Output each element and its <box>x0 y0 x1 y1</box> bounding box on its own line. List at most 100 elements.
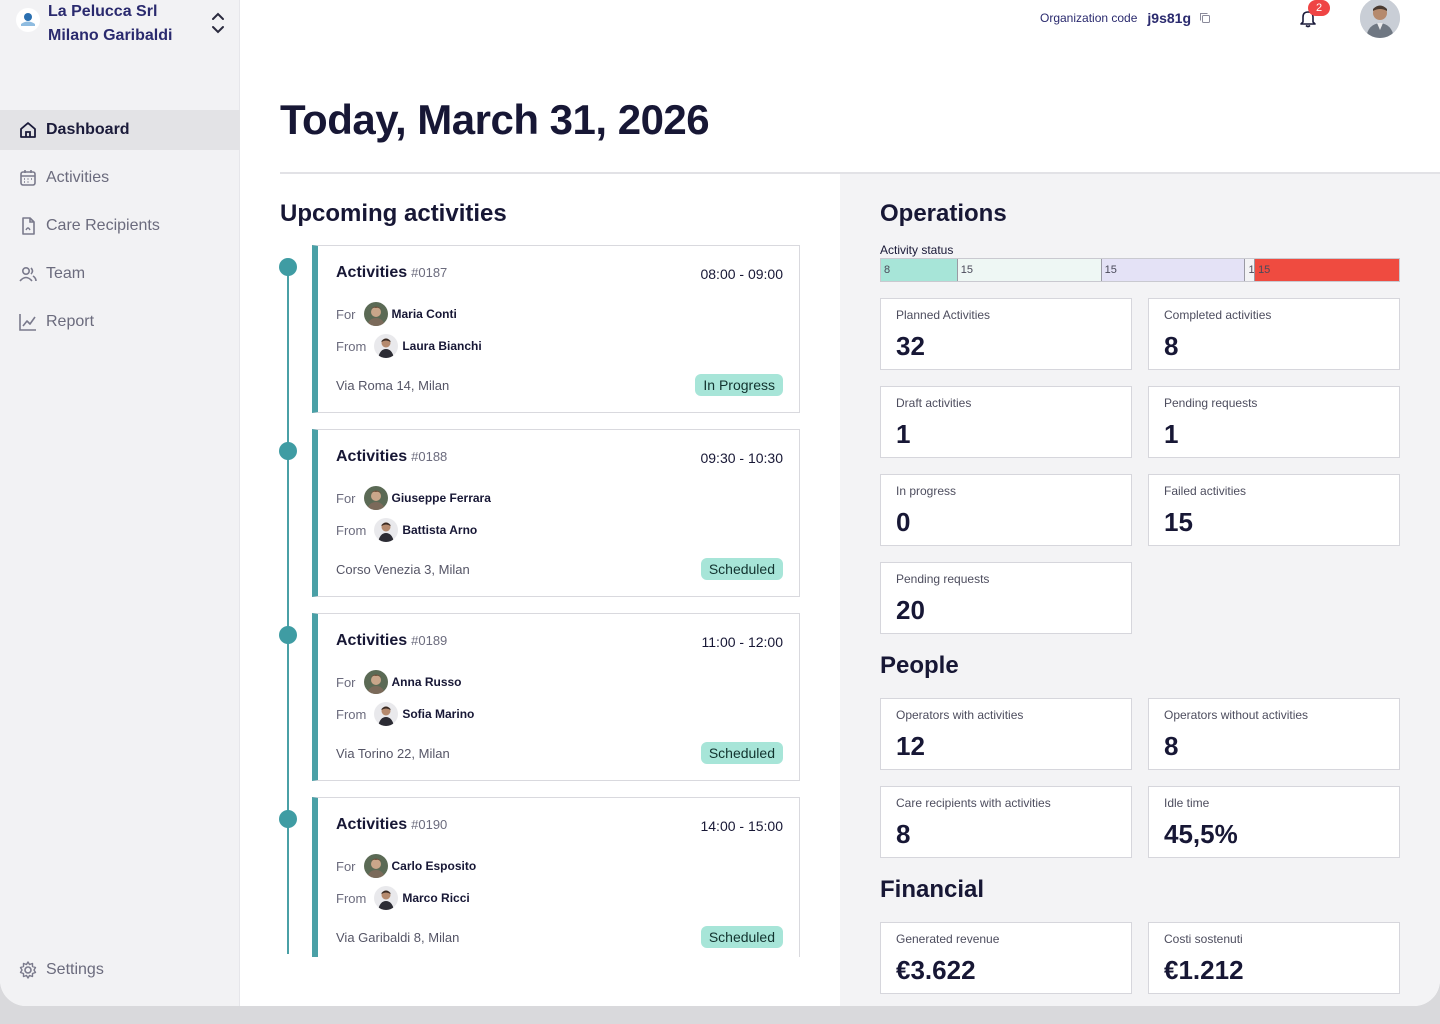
user-avatar[interactable] <box>1360 0 1400 38</box>
activity-number: #0187 <box>411 265 448 280</box>
organization-switcher[interactable]: La Pelucca Srl Milano Garibaldi <box>16 0 228 50</box>
status-badge: Scheduled <box>700 926 783 948</box>
for-label: For <box>336 674 356 690</box>
care-recipient-name[interactable]: Maria Conti <box>392 307 457 321</box>
users-icon <box>19 266 37 282</box>
status-segment[interactable]: 15 <box>1101 259 1246 281</box>
sidebar: La Pelucca Srl Milano Garibaldi Dashboar… <box>0 0 240 1006</box>
activity-for-row: For Giuseppe Ferrara <box>336 486 491 510</box>
sidebar-item-care-recipients[interactable]: Care Recipients <box>0 206 240 246</box>
stat-card[interactable]: Operators with activities 12 <box>880 698 1132 770</box>
app-window: La Pelucca Srl Milano Garibaldi Dashboar… <box>0 0 1440 1006</box>
stat-card[interactable]: Generated revenue €3.622 <box>880 922 1132 994</box>
operator-name[interactable]: Laura Bianchi <box>402 339 481 353</box>
sidebar-item-team[interactable]: Team <box>0 254 240 294</box>
care-recipient-name[interactable]: Carlo Esposito <box>392 859 477 873</box>
activity-time: 14:00 - 15:00 <box>700 818 783 834</box>
organization-code-label: Organization code <box>1040 11 1138 25</box>
stat-label: Operators with activities <box>896 708 1024 722</box>
stat-card[interactable]: Planned Activities 32 <box>880 298 1132 370</box>
activity-title: Activities #0189 <box>336 632 448 649</box>
stat-value: €1.212 <box>1164 955 1244 985</box>
activity-time: 11:00 - 12:00 <box>701 634 783 650</box>
sidebar-item-dashboard[interactable]: Dashboard <box>0 110 240 150</box>
stat-card[interactable]: In progress 0 <box>880 474 1132 546</box>
stat-card[interactable]: Completed activities 8 <box>1148 298 1400 370</box>
care-recipient-name[interactable]: Anna Russo <box>392 675 462 689</box>
activity-number: #0189 <box>411 633 448 648</box>
from-label: From <box>336 522 367 538</box>
document-icon <box>22 217 35 235</box>
stat-card[interactable]: Pending requests 20 <box>880 562 1132 634</box>
operator-name[interactable]: Battista Arno <box>402 523 477 537</box>
status-badge: In Progress <box>695 374 783 396</box>
activity-title: Activities #0188 <box>336 448 448 465</box>
activity-number: #0188 <box>411 449 448 464</box>
sidebar-nav: Dashboard Activities Care Recipients Tea… <box>0 110 240 350</box>
notification-badge: 2 <box>1308 0 1330 16</box>
stat-label: Draft activities <box>896 396 972 410</box>
sidebar-item-report[interactable]: Report <box>0 302 240 342</box>
operator-avatar <box>374 518 399 542</box>
status-segment[interactable]: 1 <box>1245 259 1256 281</box>
stat-card[interactable]: Operators without activities 8 <box>1148 698 1400 770</box>
activity-for-row: For Carlo Esposito <box>336 854 476 878</box>
operator-name[interactable]: Sofia Marino <box>402 707 474 721</box>
page-title: Today, March 31, 2026 <box>280 96 710 143</box>
stat-card[interactable]: Costi sostenuti €1.212 <box>1148 922 1400 994</box>
care-recipient-name[interactable]: Giuseppe Ferrara <box>392 491 491 505</box>
stat-card[interactable]: Pending requests 1 <box>1148 386 1400 458</box>
activity-time: 09:30 - 10:30 <box>700 450 783 466</box>
stat-card[interactable]: Draft activities 1 <box>880 386 1132 458</box>
activity-address: Corso Venezia 3, Milan <box>336 562 470 577</box>
stat-label: Pending requests <box>1164 396 1258 410</box>
activity-from-row: From Marco Ricci <box>336 886 470 910</box>
people-title: People <box>880 652 959 679</box>
upcoming-activities-title: Upcoming activities <box>280 200 507 227</box>
operations-title: Operations <box>880 200 1007 227</box>
operator-avatar <box>374 886 399 910</box>
sidebar-item-label: Care Recipients <box>46 217 160 234</box>
activity-card[interactable]: Activities #0189 11:00 - 12:00 For Anna Russ… <box>312 613 800 781</box>
organization-logo <box>16 8 40 32</box>
activity-address: Via Torino 22, Milan <box>336 746 450 761</box>
stat-label: Idle time <box>1164 796 1210 810</box>
activity-from-row: From Laura Bianchi <box>336 334 482 358</box>
timeline-dot <box>279 810 297 828</box>
stat-card[interactable]: Care recipients with activities 8 <box>880 786 1132 858</box>
sidebar-item-label: Activities <box>46 169 110 186</box>
timeline-dot <box>279 442 297 460</box>
status-segment[interactable]: 8 <box>881 259 958 281</box>
sidebar-item-settings[interactable]: Settings <box>0 950 240 990</box>
stat-value: 20 <box>896 595 925 625</box>
home-icon <box>20 122 36 138</box>
stat-label: Completed activities <box>1164 308 1272 322</box>
activity-card[interactable]: Activities #0188 09:30 - 10:30 For Giuseppe … <box>312 429 800 597</box>
care-recipient-avatar <box>363 486 388 510</box>
sidebar-item-label: Team <box>46 265 86 282</box>
stat-value: 8 <box>896 819 911 849</box>
stat-card[interactable]: Failed activities 15 <box>1148 474 1400 546</box>
status-badge: Scheduled <box>700 742 783 764</box>
activity-card[interactable]: Activities #0187 08:00 - 09:00 For Maria Con… <box>312 245 800 413</box>
chevron-up-down-icon[interactable] <box>208 8 228 38</box>
organization-name: La Pelucca Srl <box>48 3 158 20</box>
organization-code-value: j9s81g <box>1147 10 1191 26</box>
activity-card[interactable]: Activities #0190 14:00 - 15:00 For Carlo Esp… <box>312 797 800 957</box>
copy-icon[interactable] <box>1199 12 1211 24</box>
care-recipient-avatar <box>363 302 388 326</box>
stat-value: 8 <box>1164 731 1179 761</box>
care-recipient-avatar <box>363 670 388 694</box>
organization-code: Organization code j9s81g <box>1040 8 1211 28</box>
stat-card[interactable]: Idle time 45,5% <box>1148 786 1400 858</box>
status-segment[interactable]: 15 <box>1255 259 1399 281</box>
sidebar-item-activities[interactable]: Activities <box>0 158 240 198</box>
status-segment[interactable]: 15 <box>957 259 1102 281</box>
for-label: For <box>336 490 356 506</box>
stat-label: Care recipients with activities <box>896 796 1051 810</box>
operator-name[interactable]: Marco Ricci <box>402 891 469 905</box>
organization-branch: Milano Garibaldi <box>48 27 173 44</box>
chart-line-icon <box>19 314 36 331</box>
timeline-dot <box>279 626 297 644</box>
status-badge: Scheduled <box>700 558 783 580</box>
